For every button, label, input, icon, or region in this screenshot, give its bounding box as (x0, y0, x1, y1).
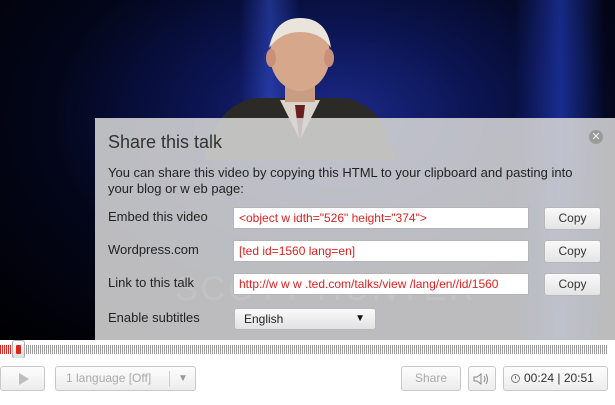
progress-played (0, 345, 12, 354)
divider (169, 371, 170, 387)
volume-button[interactable] (468, 366, 496, 391)
chevron-down-icon: ▼ (355, 313, 365, 324)
scrubber-handle[interactable] (12, 340, 25, 359)
share-button[interactable]: Share (401, 366, 461, 391)
copy-link-button[interactable]: Copy (544, 273, 601, 296)
copy-embed-button[interactable]: Copy (544, 207, 601, 230)
share-description: You can share this video by copying this… (108, 165, 573, 196)
subtitles-select-value: English (244, 312, 284, 326)
wordpress-label: Wordpress.com (108, 242, 199, 257)
play-icon (19, 373, 29, 385)
embed-code-field[interactable]: <object w idth="526" height="374"> (233, 207, 529, 229)
link-label: Link to this talk (108, 275, 194, 290)
play-button[interactable] (0, 366, 45, 391)
copy-wordpress-button[interactable]: Copy (544, 240, 601, 263)
share-panel: Share this talk ✕ You can share this vid… (95, 118, 615, 340)
subtitles-select[interactable]: English ▼ (234, 308, 376, 330)
clock-icon (511, 374, 520, 383)
language-button[interactable]: 1 language [Off] ▼ (55, 366, 196, 391)
share-panel-title: Share this talk (108, 132, 223, 152)
talk-link-field[interactable]: http://w w w .ted.com/talks/view /lang/e… (233, 273, 529, 295)
progress-track[interactable] (0, 345, 607, 354)
time-display: 00:24 | 20:51 (503, 366, 608, 391)
subtitles-label: Enable subtitles (108, 310, 200, 325)
time-text: 00:24 | 20:51 (524, 371, 594, 385)
embed-label: Embed this video (108, 209, 208, 224)
language-label: 1 language [Off] (66, 371, 152, 385)
speaker-icon (473, 372, 488, 385)
player-controls: 1 language [Off] ▼ Share 00:24 | 20:51 (0, 358, 615, 405)
wordpress-code-field[interactable]: [ted id=1560 lang=en] (233, 240, 529, 262)
close-icon[interactable]: ✕ (589, 130, 603, 144)
chevron-down-icon: ▼ (178, 373, 188, 384)
